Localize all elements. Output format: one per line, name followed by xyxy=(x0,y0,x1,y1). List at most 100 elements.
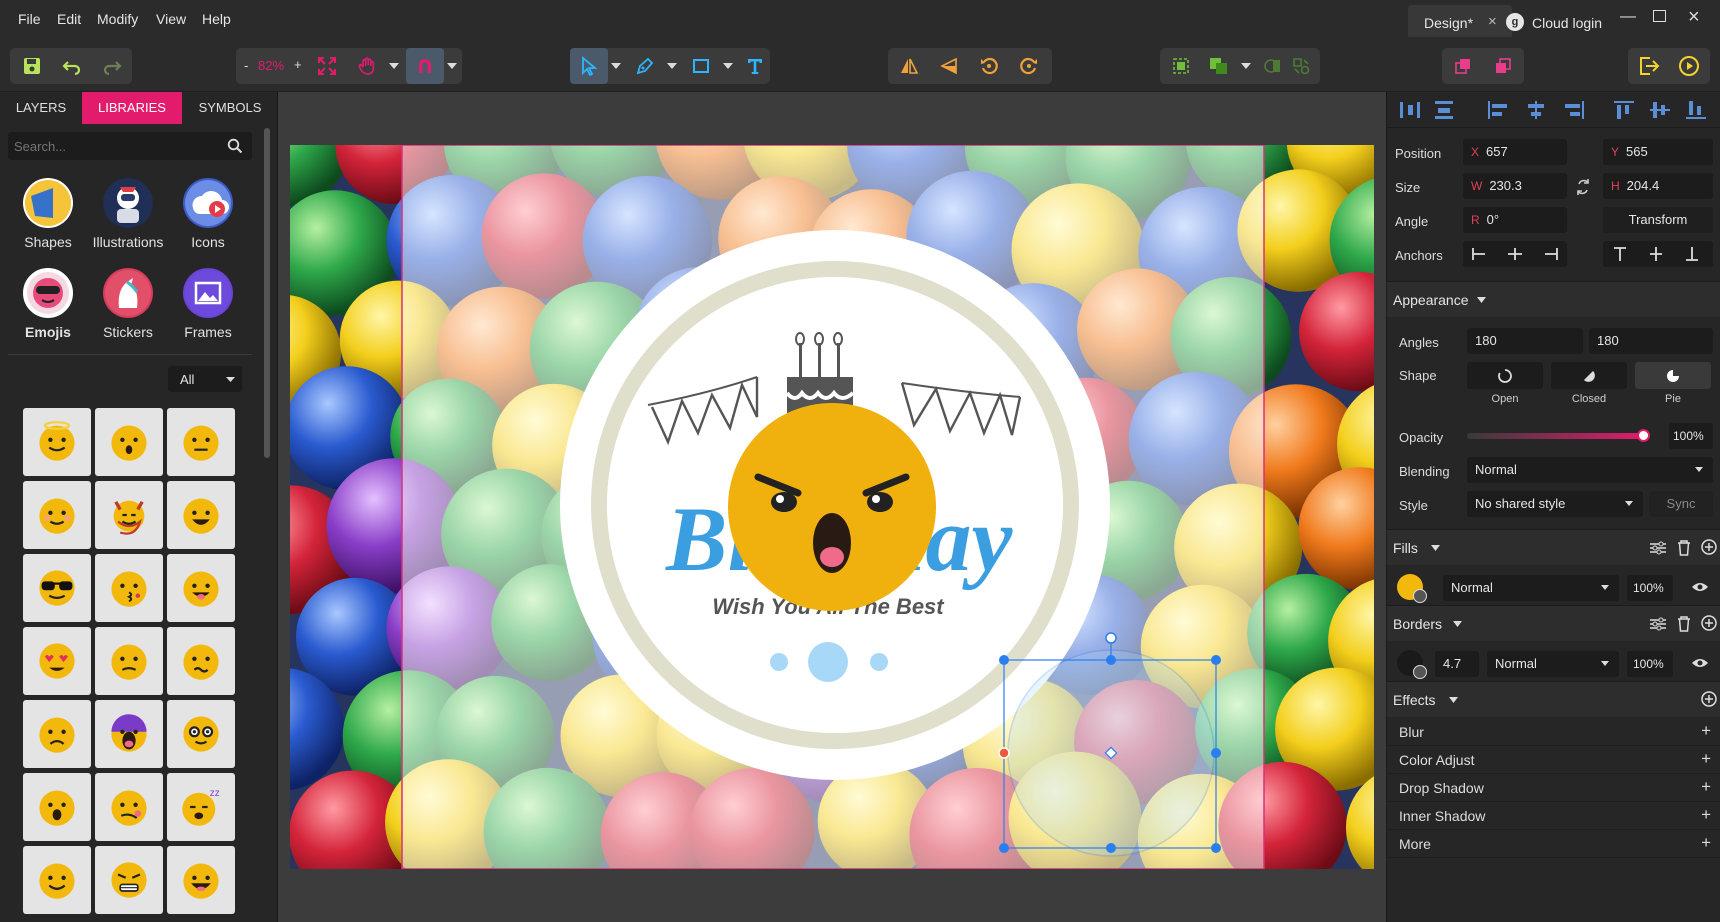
anchor-left-icon[interactable] xyxy=(1471,247,1487,261)
flip-horizontal-button[interactable] xyxy=(890,48,928,84)
effect-blur[interactable]: Blur + xyxy=(1387,718,1720,746)
shape-open-button[interactable] xyxy=(1467,362,1543,389)
emoji-meh[interactable] xyxy=(167,408,235,476)
search-icon[interactable] xyxy=(227,138,243,154)
align-top-icon[interactable] xyxy=(1613,100,1635,120)
tab-symbols[interactable]: SYMBOLS xyxy=(182,92,278,124)
zoom-level[interactable]: 82% xyxy=(258,58,284,73)
document-tab[interactable]: Design* × xyxy=(1408,5,1512,37)
sliders-icon[interactable] xyxy=(1649,540,1667,556)
add-circle-icon[interactable] xyxy=(1701,691,1717,707)
pen-dropdown[interactable] xyxy=(664,48,680,84)
add-icon[interactable]: + xyxy=(1701,721,1711,741)
rotate-left-button[interactable] xyxy=(970,48,1008,84)
angle-start-field[interactable]: 180 xyxy=(1467,328,1583,354)
align-bottom-icon[interactable] xyxy=(1685,100,1707,120)
tab-layers[interactable]: LAYERS xyxy=(0,92,82,124)
border-width-field[interactable]: 4.7 xyxy=(1435,651,1479,677)
undo-button[interactable] xyxy=(53,48,91,84)
anchor-top-icon[interactable] xyxy=(1613,246,1627,262)
emoji-halo[interactable] xyxy=(23,408,91,476)
hand-tool-button[interactable] xyxy=(348,48,386,84)
appearance-section[interactable]: Appearance xyxy=(1387,281,1720,317)
menu-help[interactable]: Help xyxy=(202,11,231,27)
emoji-sick[interactable] xyxy=(95,773,163,841)
sliders-icon[interactable] xyxy=(1649,616,1667,632)
maximize-icon[interactable] xyxy=(1653,10,1666,22)
shape-pie-button[interactable] xyxy=(1635,362,1711,389)
left-scrollbar[interactable] xyxy=(264,128,270,458)
library-frames[interactable]: Frames xyxy=(170,268,246,340)
emoji-screaming[interactable] xyxy=(95,700,163,768)
eyedropper-icon[interactable] xyxy=(1413,665,1427,679)
angle-r-field[interactable]: R 0° xyxy=(1463,207,1567,233)
anchor-center-icon[interactable] xyxy=(1507,247,1523,261)
rotate-right-button[interactable] xyxy=(1010,48,1048,84)
emoji-heart-eyes[interactable] xyxy=(23,627,91,695)
emoji-open-mouth[interactable] xyxy=(23,773,91,841)
tab-libraries[interactable]: LIBRARIES xyxy=(82,92,182,124)
flip-vertical-button[interactable] xyxy=(930,48,968,84)
save-button[interactable] xyxy=(13,48,51,84)
add-icon[interactable]: + xyxy=(1701,777,1711,797)
emoji-unamused[interactable] xyxy=(95,627,163,695)
size-w-field[interactable]: W 230.3 xyxy=(1463,173,1567,199)
emoji-laugh[interactable] xyxy=(167,846,235,914)
library-shapes[interactable]: Shapes xyxy=(10,178,86,250)
emoji-cool[interactable] xyxy=(23,554,91,622)
menu-view[interactable]: View xyxy=(156,11,186,27)
add-icon[interactable]: + xyxy=(1701,833,1711,853)
pen-tool-button[interactable] xyxy=(626,48,664,84)
opacity-slider[interactable] xyxy=(1467,433,1649,439)
size-h-field[interactable]: H 204.4 xyxy=(1603,173,1713,199)
emoji-tongue[interactable] xyxy=(167,554,235,622)
fill-opacity-field[interactable]: 100% xyxy=(1627,575,1673,601)
library-illustrations[interactable]: Illustrations xyxy=(90,178,166,250)
eye-icon[interactable] xyxy=(1691,657,1709,669)
position-x-field[interactable]: X 657 xyxy=(1463,139,1567,165)
fill-blend-select[interactable]: Normal xyxy=(1443,575,1619,601)
close-tab-icon[interactable]: × xyxy=(1488,13,1497,30)
select-tool-button[interactable] xyxy=(570,48,608,84)
eye-icon[interactable] xyxy=(1691,581,1709,593)
angle-end-field[interactable]: 180 xyxy=(1589,328,1713,354)
shape-closed-button[interactable] xyxy=(1551,362,1627,389)
minimize-icon[interactable]: — xyxy=(1620,8,1636,26)
emoji-angry[interactable] xyxy=(95,846,163,914)
transform-button[interactable]: Transform xyxy=(1603,207,1713,233)
library-icons[interactable]: Icons xyxy=(170,178,246,250)
border-opacity-field[interactable]: 100% xyxy=(1627,651,1673,677)
emoji-smile[interactable] xyxy=(23,846,91,914)
anchor-bottom-icon[interactable] xyxy=(1685,246,1699,262)
align-middle-icon[interactable] xyxy=(1649,100,1671,120)
search-field[interactable] xyxy=(8,132,252,160)
export-button[interactable] xyxy=(1630,48,1668,84)
emoji-sleepy[interactable]: zz xyxy=(167,773,235,841)
emoji-filter-select[interactable]: All xyxy=(168,366,242,392)
angry-emoji[interactable] xyxy=(728,403,936,611)
position-y-field[interactable]: Y 565 xyxy=(1603,139,1713,165)
link-proportions-icon[interactable] xyxy=(1575,178,1591,196)
component-button[interactable] xyxy=(1282,48,1320,84)
bring-forward-button[interactable] xyxy=(1444,48,1482,84)
align-center-icon[interactable] xyxy=(1525,100,1547,120)
menu-file[interactable]: File xyxy=(18,11,41,27)
align-left-icon[interactable] xyxy=(1487,100,1509,120)
boolean-button[interactable] xyxy=(1200,48,1238,84)
borders-section[interactable]: Borders xyxy=(1387,605,1720,641)
rectangle-tool-button[interactable] xyxy=(682,48,720,84)
send-backward-button[interactable] xyxy=(1484,48,1522,84)
library-stickers[interactable]: Stickers xyxy=(90,268,166,340)
effect-color-adjust[interactable]: Color Adjust + xyxy=(1387,746,1720,774)
effect-more[interactable]: More + xyxy=(1387,830,1720,858)
library-emojis[interactable]: Emojis xyxy=(10,268,86,340)
fills-section[interactable]: Fills xyxy=(1387,529,1720,565)
shape-dropdown[interactable] xyxy=(720,48,736,84)
emoji-dizzy[interactable] xyxy=(167,700,235,768)
snap-dropdown[interactable] xyxy=(444,48,460,84)
menu-modify[interactable]: Modify xyxy=(97,11,138,27)
emoji-grin[interactable] xyxy=(167,481,235,549)
emoji-sad[interactable] xyxy=(23,700,91,768)
select-dropdown[interactable] xyxy=(608,48,624,84)
text-tool-button[interactable] xyxy=(736,48,774,84)
